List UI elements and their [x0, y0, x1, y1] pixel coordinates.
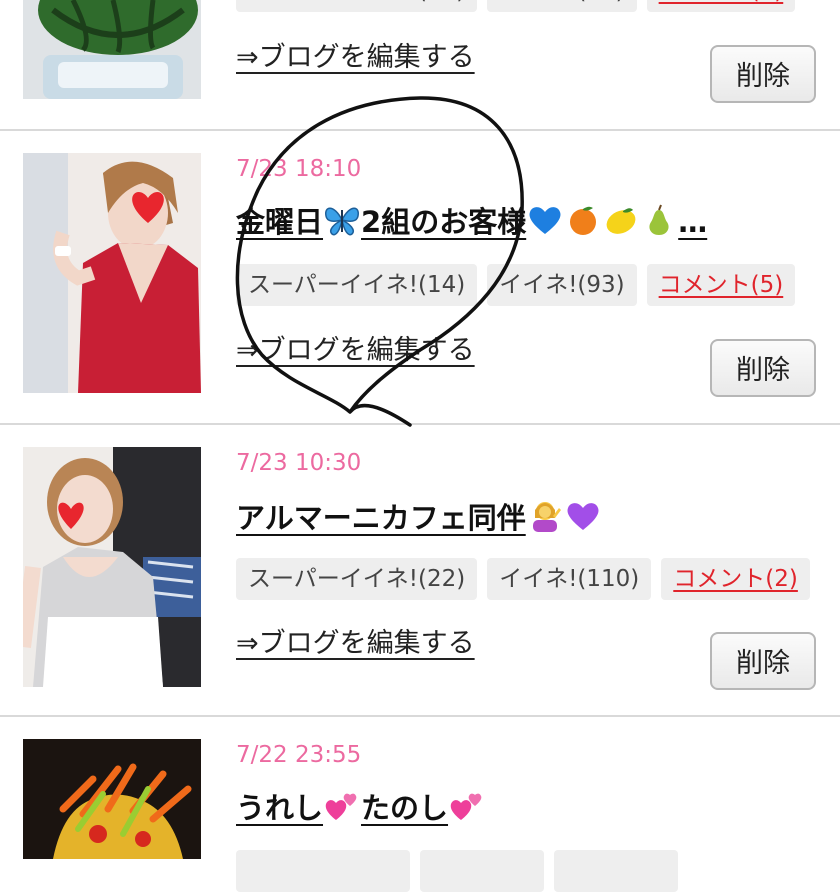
reaction-tags-0: スーパーイイネ!(16) イイネ!(80) コメント(2) [236, 0, 796, 12]
delete-button[interactable]: 削除 [710, 45, 816, 103]
pear-icon [641, 204, 677, 241]
butterfly-icon [324, 204, 360, 241]
comment-link[interactable]: コメント(2) [661, 558, 810, 600]
blog-entry-0: スーパーイイネ!(16) イイネ!(80) コメント(2) ⇒ブログを編集する … [0, 0, 840, 130]
like-tag-placeholder[interactable] [420, 850, 544, 892]
post-title[interactable]: アルマーニカフェ同伴 [236, 498, 602, 537]
edit-blog-link[interactable]: ⇒ブログを編集する [236, 44, 475, 71]
post-date: 7/22 23:55 [236, 742, 362, 768]
comment-link[interactable]: コメント(5) [646, 264, 796, 306]
super-like-count[interactable]: スーパーイイネ!(22) [236, 558, 478, 600]
post-thumbnail-2[interactable] [23, 447, 201, 687]
edit-blog-link[interactable]: ⇒ブログを編集する [236, 337, 475, 364]
title-text: 金曜日 [236, 205, 324, 239]
like-count[interactable]: イイネ!(110) [487, 558, 652, 600]
reaction-tags-2: スーパーイイネ!(22) イイネ!(110) コメント(2) [236, 558, 810, 600]
delete-button[interactable]: 削除 [710, 632, 816, 690]
blog-entry-1: 7/23 18:10 金曜日 2組のお客様 … スーパーイイネ!(14) イイネ!(… [0, 131, 840, 423]
title-text: うれし [236, 791, 324, 825]
orange-icon [565, 204, 601, 241]
post-date: 7/23 10:30 [236, 450, 362, 476]
blog-entry-2: 7/23 10:30 アルマーニカフェ同伴 スーパーイイネ!(22) イイネ!(… [0, 425, 840, 715]
title-text: 2組のお客様 [361, 205, 527, 239]
title-ellipsis: … [678, 205, 708, 239]
post-thumbnail-1[interactable] [23, 153, 201, 393]
like-count[interactable]: イイネ!(80) [487, 0, 637, 12]
edit-blog-link[interactable]: ⇒ブログを編集する [236, 630, 475, 657]
two-hearts-icon [324, 790, 360, 827]
super-like-count[interactable]: スーパーイイネ!(14) [236, 264, 478, 306]
post-title[interactable]: うれし たのし [236, 790, 486, 827]
purple-heart-icon [565, 500, 601, 537]
post-thumbnail-0[interactable] [23, 0, 201, 99]
post-title[interactable]: 金曜日 2組のお客様 … [236, 204, 707, 241]
two-hearts-icon [449, 790, 485, 827]
blue-heart-icon [527, 204, 563, 241]
super-like-tag-placeholder[interactable] [236, 850, 410, 892]
super-like-count[interactable]: スーパーイイネ!(16) [236, 0, 478, 12]
comment-tag-placeholder[interactable] [554, 850, 678, 892]
title-text: たのし [361, 791, 449, 825]
comment-link[interactable]: コメント(2) [646, 0, 796, 12]
lemon-icon [603, 204, 639, 241]
reaction-tags-3 [236, 850, 678, 892]
reaction-tags-1: スーパーイイネ!(14) イイネ!(93) コメント(5) [236, 264, 796, 306]
delete-button[interactable]: 削除 [710, 339, 816, 397]
post-date: 7/23 18:10 [236, 156, 362, 182]
woman-tipping-hand-icon [527, 498, 563, 537]
title-text: アルマーニカフェ同伴 [236, 501, 526, 535]
post-thumbnail-3[interactable] [23, 739, 201, 859]
like-count[interactable]: イイネ!(93) [487, 264, 637, 306]
blog-entry-3: 7/22 23:55 うれし たのし [0, 717, 840, 892]
